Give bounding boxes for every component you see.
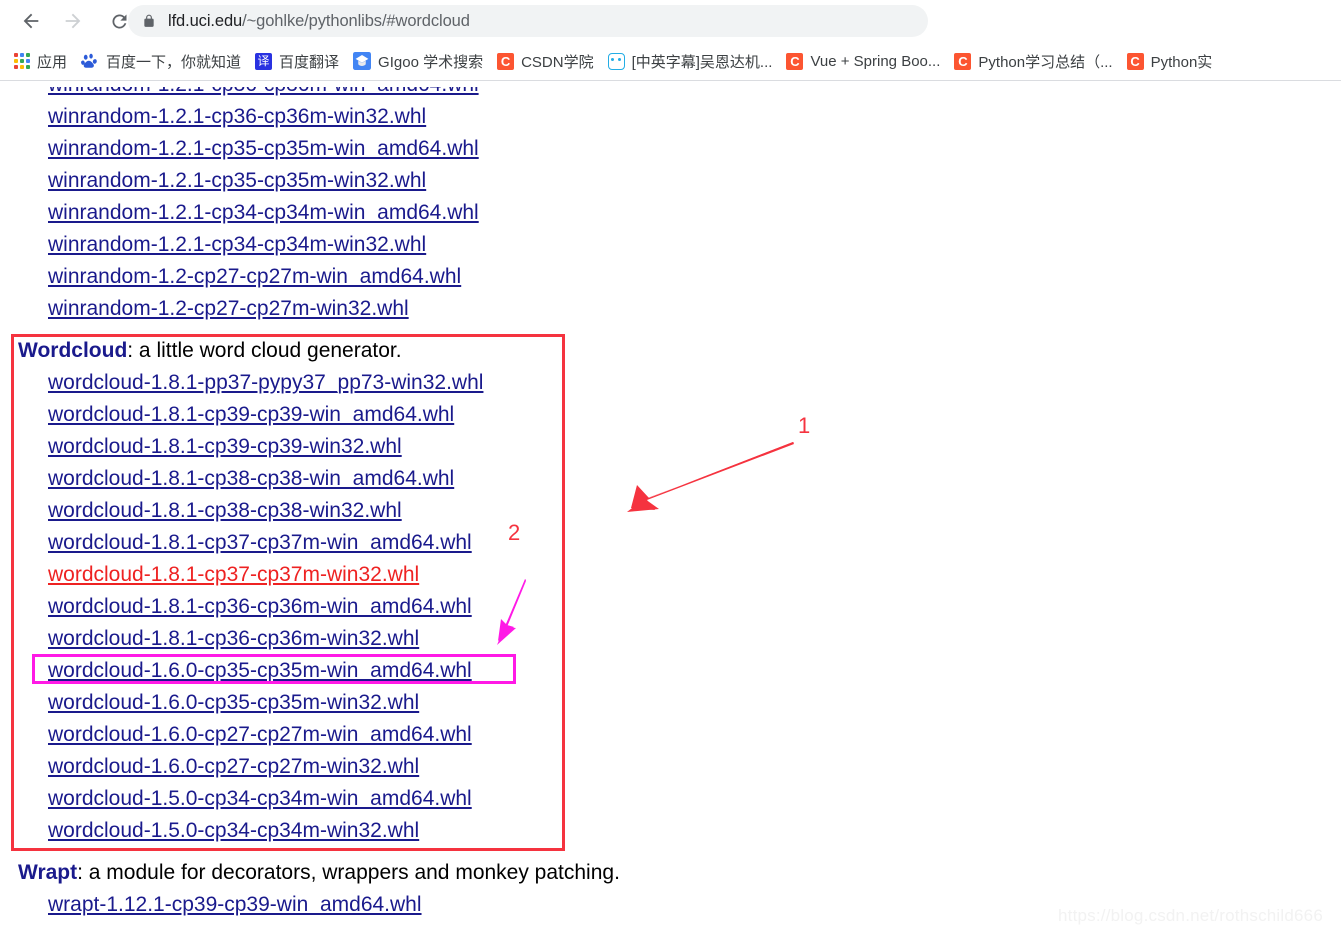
annotation-callout-1-label: 1 [798, 413, 811, 438]
wordcloud-heading-name: Wordcloud [18, 339, 128, 362]
wordcloud-heading: Wordcloud: a little word cloud generator… [18, 339, 402, 363]
whl-link[interactable]: wordcloud-1.8.1-cp38-cp38-win32.whl [48, 499, 402, 523]
annotation-red-arrow [627, 442, 794, 512]
address-bar-url: lfd.uci.edu/~gohlke/pythonlibs/#wordclou… [168, 12, 470, 31]
bookmark-baidu-search[interactable]: 百度一下，你就知道 [74, 47, 248, 75]
wrapt-heading-desc: : a module for decorators, wrappers and … [77, 861, 620, 884]
whl-link-highlighted[interactable]: wordcloud-1.6.0-cp35-cp35m-win_amd64.whl [48, 659, 472, 683]
whl-link[interactable]: wordcloud-1.5.0-cp34-cp34m-win_amd64.whl [48, 787, 472, 811]
bookmark-label: 百度翻译 [279, 53, 340, 71]
bookmark-label: Vue + Spring Boo... [810, 52, 941, 70]
whl-link[interactable]: wordcloud-1.5.0-cp34-cp34m-win32.whl [48, 819, 419, 843]
wrapt-heading: Wrapt: a module for decorators, wrappers… [18, 861, 620, 885]
baidu-translate-icon: 译 [255, 52, 273, 70]
csdn-icon: C [497, 52, 515, 70]
whl-link[interactable]: winrandom-1.2.1-cp35-cp35m-win32.whl [48, 169, 426, 193]
watermark: https://blog.csdn.net/rothschild666 [1058, 906, 1323, 925]
bookmark-glgoo-scholar[interactable]: GIgoo 学术搜索 [346, 47, 490, 75]
bookmark-label: Python学习总结（... [978, 53, 1113, 71]
address-bar[interactable]: lfd.uci.edu/~gohlke/pythonlibs/#wordclou… [128, 5, 928, 37]
browser-toolbar: lfd.uci.edu/~gohlke/pythonlibs/#wordclou… [0, 0, 1341, 42]
annotation-callout-2-label: 2 [508, 520, 521, 545]
whl-link[interactable]: wordcloud-1.6.0-cp27-cp27m-win32.whl [48, 755, 419, 779]
whl-link[interactable]: winrandom-1.2.1-cp36-cp36m-win32.whl [48, 105, 426, 129]
csdn-icon: C [1126, 52, 1144, 70]
browser-chrome: lfd.uci.edu/~gohlke/pythonlibs/#wordclou… [0, 0, 1341, 80]
content-top-divider [0, 80, 1341, 81]
bookmark-label: [中英字幕]吴恩达机... [631, 53, 773, 71]
whl-link[interactable]: winrandom-1.2-cp27-cp27m-win32.whl [48, 297, 409, 321]
apps-grid-icon [14, 53, 30, 69]
bookmark-baidu-translate[interactable]: 译 百度翻译 [248, 47, 346, 75]
csdn-icon: C [786, 52, 804, 70]
bookmarks-bar: 应用 百度一下，你就知道 译 百度翻译 GIgoo 学术搜索 C CSDN学院 … [0, 42, 1341, 80]
whl-link[interactable]: wordcloud-1.8.1-cp38-cp38-win_amd64.whl [48, 467, 454, 491]
whl-link[interactable]: wordcloud-1.8.1-cp39-cp39-win_amd64.whl [48, 403, 454, 427]
whl-link[interactable]: winrandom-1.2-cp27-cp27m-win_amd64.whl [48, 265, 461, 289]
wrapt-heading-name: Wrapt [18, 861, 78, 884]
bookmark-vue-spring-boot[interactable]: C Vue + Spring Boo... [779, 47, 947, 75]
lock-icon [144, 14, 154, 27]
whl-link[interactable]: winrandom-1.2.1-cp36-cp36m-win_amd64.whl [48, 87, 479, 97]
whl-link[interactable]: winrandom-1.2.1-cp34-cp34m-win_amd64.whl [48, 201, 479, 225]
address-bar-host: lfd.uci.edu [168, 11, 243, 30]
arrow-left-icon [23, 13, 39, 29]
bookmark-apps[interactable]: 应用 [7, 47, 74, 75]
whl-link[interactable]: wordcloud-1.8.1-pp37-pypy37_pp73-win32.w… [48, 371, 483, 395]
glgoo-scholar-icon [353, 52, 372, 70]
reload-icon [111, 13, 126, 28]
whl-link-visited[interactable]: wordcloud-1.8.1-cp37-cp37m-win32.whl [48, 563, 419, 587]
whl-link[interactable]: wordcloud-1.8.1-cp39-cp39-win32.whl [48, 435, 402, 459]
bookmark-label: CSDN学院 [521, 53, 594, 71]
bookmark-label: 应用 [37, 53, 68, 71]
bilibili-icon [607, 52, 625, 70]
whl-link[interactable]: winrandom-1.2.1-cp34-cp34m-win32.whl [48, 233, 426, 257]
bookmark-label: GIgoo 学术搜索 [378, 53, 484, 71]
whl-link[interactable]: wordcloud-1.6.0-cp35-cp35m-win32.whl [48, 691, 419, 715]
whl-link[interactable]: wordcloud-1.8.1-cp36-cp36m-win32.whl [48, 627, 419, 651]
arrow-right-icon [65, 13, 81, 29]
baidu-paw-icon [81, 53, 97, 68]
address-bar-path: /~gohlke/pythonlibs/#wordcloud [242, 11, 470, 30]
wordcloud-heading-desc: : a little word cloud generator. [127, 339, 402, 362]
csdn-icon: C [954, 52, 972, 70]
forward-button[interactable] [56, 4, 90, 38]
back-button[interactable] [14, 4, 48, 38]
whl-link[interactable]: wordcloud-1.8.1-cp36-cp36m-win_amd64.whl [48, 595, 472, 619]
bookmark-python-practice[interactable]: C Python实 [1120, 47, 1220, 75]
whl-link[interactable]: wrapt-1.12.1-cp39-cp39-win_amd64.whl [48, 893, 422, 917]
bookmark-bilibili-andrew-ng[interactable]: [中英字幕]吴恩达机... [601, 47, 780, 75]
page-content: winrandom-1.2.1-cp36-cp36m-win_amd64.whl… [0, 80, 1341, 938]
whl-link[interactable]: wordcloud-1.8.1-cp37-cp37m-win_amd64.whl [48, 531, 472, 555]
bookmark-python-summary[interactable]: C Python学习总结（... [947, 47, 1119, 75]
bookmark-label: Python实 [1150, 53, 1213, 71]
annotation-magenta-arrow [497, 579, 526, 645]
whl-link[interactable]: wordcloud-1.6.0-cp27-cp27m-win_amd64.whl [48, 723, 472, 747]
whl-link[interactable]: winrandom-1.2.1-cp35-cp35m-win_amd64.whl [48, 137, 479, 161]
bookmark-csdn-academy[interactable]: C CSDN学院 [490, 47, 601, 75]
bookmark-label: 百度一下，你就知道 [106, 53, 242, 71]
